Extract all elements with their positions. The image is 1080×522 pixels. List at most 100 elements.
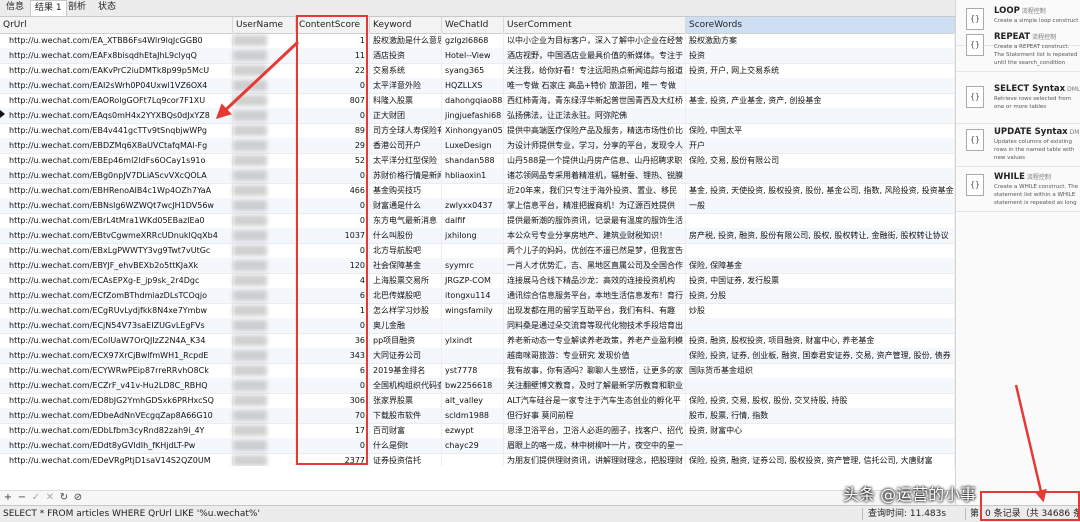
cell-qrurl[interactable]: http://u.wechat.com/EBNslg6WZWQt7wcJH1DV… <box>6 198 233 213</box>
cell-scorewords[interactable] <box>686 213 955 228</box>
cell-wechatid[interactable]: dahongqiao88 <box>442 93 504 108</box>
table-row[interactable]: http://u.wechat.com/ECX97XrCjBwlfmWH1_Rc… <box>0 348 955 364</box>
cell-scorewords[interactable]: 保险, 投资, 融资, 证券公司, 股权投资, 资产管理, 信托公司, 大唐财富 <box>686 453 955 466</box>
cell-usercomment[interactable]: 但行好事 莫问前程 <box>504 408 686 423</box>
cell-scorewords[interactable]: 投资 <box>686 48 955 63</box>
cell-usercomment[interactable]: 西红柿青海，青东绿浮华新起普世国青西及大红桥 <box>504 93 686 108</box>
cell-wechatid[interactable]: LuxeDesign <box>442 138 504 153</box>
cell-wechatid[interactable]: Hotel--View <box>442 48 504 63</box>
table-row[interactable]: http://u.wechat.com/EAFx8bisqdhEtaJhL9cl… <box>0 48 955 64</box>
table-row[interactable]: http://u.wechat.com/EBYJF_ehvBEXb2o5ttKJ… <box>0 258 955 274</box>
cell-keyword[interactable]: 怎么样学习炒股 <box>370 303 442 318</box>
cell-scorewords[interactable]: 基金, 投资, 产业基金, 资产, 创投基金 <box>686 93 955 108</box>
cell-wechatid[interactable]: jxhilong <box>442 228 504 243</box>
cell-qrurl[interactable]: http://u.wechat.com/ECX97XrCjBwlfmWH1_Rc… <box>6 348 233 363</box>
cell-keyword[interactable]: 股权激励是什么意思 <box>370 33 442 48</box>
cell-keyword[interactable]: 社会保障基金 <box>370 258 442 273</box>
table-row[interactable]: http://u.wechat.com/EDdt8yGVIdIh_fKHjdLT… <box>0 438 955 454</box>
column-header-qrurl[interactable]: QrUrl <box>0 17 233 33</box>
cell-scorewords[interactable]: 投资, 财富中心 <box>686 423 955 438</box>
cell-wechatid[interactable]: hbliaoxin1 <box>442 168 504 183</box>
snippet-item[interactable]: {} SELECT Syntax DML Retrieve rows selected… <box>956 78 1080 124</box>
snippet-item[interactable]: {} WHILE 流程控制 Create a WHILE construct. The… <box>956 166 1080 212</box>
cell-usercomment[interactable]: 为设计师提供专业，学习，分享的平台，发现令人 <box>504 138 686 153</box>
cell-wechatid[interactable] <box>442 453 504 466</box>
table-row[interactable]: http://u.wechat.com/ECAsEPXg-E_jp9sk_2r4… <box>0 273 955 289</box>
tab-result-1[interactable]: 结果 1 <box>30 0 67 16</box>
cell-contentscore[interactable]: 29 <box>296 138 370 153</box>
cell-qrurl[interactable]: http://u.wechat.com/EBxLgPWWTY3vg9Twt7vU… <box>6 243 233 258</box>
cell-usercomment[interactable]: 连接展马合线下精品沙龙：高效的连接投资机构 <box>504 273 686 288</box>
cell-wechatid[interactable]: alt_valley <box>442 393 504 408</box>
cell-contentscore[interactable]: 70 <box>296 408 370 423</box>
cell-contentscore[interactable]: 6 <box>296 288 370 303</box>
cell-keyword[interactable]: 证券投资信托 <box>370 453 442 466</box>
cell-keyword[interactable]: 什么是倒t <box>370 438 442 453</box>
cell-wechatid[interactable]: syang365 <box>442 63 504 78</box>
cell-qrurl[interactable]: http://u.wechat.com/ECZrF_v41v-Hu2LD8C_R… <box>6 378 233 393</box>
cell-scorewords[interactable] <box>686 438 955 453</box>
cell-qrurl[interactable]: http://u.wechat.com/EAORolgGOFt7Lq9cor7F… <box>6 93 233 108</box>
cell-usercomment[interactable]: 为朋友们提供理财资讯，讲解理财理念，把股理财 <box>504 453 686 466</box>
cell-wechatid[interactable]: JRGZP-COM <box>442 273 504 288</box>
cell-scorewords[interactable]: 保险, 保障基金 <box>686 258 955 273</box>
cell-qrurl[interactable]: http://u.wechat.com/EDbeAdNnVEcgqZap8A66… <box>6 408 233 423</box>
cell-scorewords[interactable] <box>686 378 955 393</box>
cell-wechatid[interactable] <box>442 183 504 198</box>
cell-qrurl[interactable]: http://u.wechat.com/EDeVRgPtjD1saV14S2QZ… <box>6 453 233 466</box>
cell-usercomment[interactable]: 眉眼上的咯一成，林中树柳叶一片，夜空中的星一 <box>504 438 686 453</box>
cell-qrurl[interactable]: http://u.wechat.com/EAFx8bisqdhEtaJhL9cl… <box>6 48 233 63</box>
cell-wechatid[interactable]: HQZLLXS <box>442 78 504 93</box>
cell-contentscore[interactable]: 0 <box>296 198 370 213</box>
cell-usercomment[interactable]: 越南咪哥旅游：专业研究 发现价值 <box>504 348 686 363</box>
cell-contentscore[interactable]: 466 <box>296 183 370 198</box>
cell-wechatid[interactable]: bw2256618 <box>442 378 504 393</box>
cell-wechatid[interactable]: ylxindt <box>442 333 504 348</box>
cell-keyword[interactable]: 北方导航股吧 <box>370 243 442 258</box>
tab-status[interactable]: 状态 <box>94 0 120 15</box>
cell-keyword[interactable]: 百司财富 <box>370 423 442 438</box>
cell-qrurl[interactable]: http://u.wechat.com/ECfZomBThdmiazDLsTCO… <box>6 288 233 303</box>
cell-scorewords[interactable] <box>686 78 955 93</box>
cell-scorewords[interactable]: 保险, 投资, 交易, 股权, 股份, 交叉持股, 持股 <box>686 393 955 408</box>
cell-qrurl[interactable]: http://u.wechat.com/EBg0npJV7DLiAScvVXcQ… <box>6 168 233 183</box>
cell-wechatid[interactable] <box>442 348 504 363</box>
table-row[interactable]: http://u.wechat.com/EA_XTBB6Fs4Wlr9lqJcG… <box>0 33 955 49</box>
cell-contentscore[interactable]: 89 <box>296 123 370 138</box>
cell-wechatid[interactable]: gzlgzl6868 <box>442 33 504 48</box>
cell-contentscore[interactable]: 11 <box>296 48 370 63</box>
table-row[interactable]: http://u.wechat.com/ECgRUvLydjfkk8N4xe7Y… <box>0 303 955 319</box>
cell-usercomment[interactable]: 以中小企业为目标客户，深入了解中小企业在经营 <box>504 33 686 48</box>
cell-scorewords[interactable]: 股权激励方案 <box>686 33 955 48</box>
cell-keyword[interactable]: 东方电气最新消息 <box>370 213 442 228</box>
cell-scorewords[interactable]: 房产税, 投资, 融资, 股份有限公司, 股权, 股权转让, 金融街, 股权转让… <box>686 228 955 243</box>
cell-scorewords[interactable]: 基金, 投资, 天使投资, 股权投资, 股份, 基金公司, 指数, 风险投资, … <box>686 183 955 198</box>
cell-usercomment[interactable]: 我有故事，你有酒吗？聊聊人生感悟，让更多的家 <box>504 363 686 378</box>
column-header-username[interactable]: UserName <box>233 17 296 33</box>
table-row[interactable]: http://u.wechat.com/ED8bJG2YmhGDSxk6PRHx… <box>0 393 955 409</box>
table-row[interactable]: http://u.wechat.com/EBtvCgwmeXRRcUDnuklQ… <box>0 228 955 244</box>
table-row[interactable]: http://u.wechat.com/ECZrF_v41v-Hu2LD8C_R… <box>0 378 955 394</box>
table-row[interactable]: http://u.wechat.com/EBg0npJV7DLiAScvVXcQ… <box>0 168 955 184</box>
cell-contentscore[interactable]: 0 <box>296 243 370 258</box>
cell-qrurl[interactable]: http://u.wechat.com/EB4v441gcTTv9tSnqbjw… <box>6 123 233 138</box>
table-row[interactable]: http://u.wechat.com/ECYWRwPEip87rreRRvhO… <box>0 363 955 379</box>
cell-scorewords[interactable] <box>686 243 955 258</box>
cell-scorewords[interactable]: 股市, 股票, 行情, 指数 <box>686 408 955 423</box>
cell-scorewords[interactable]: 国际货币基金组织 <box>686 363 955 378</box>
cell-keyword[interactable]: pp项目融资 <box>370 333 442 348</box>
cell-scorewords[interactable] <box>686 108 955 123</box>
cell-wechatid[interactable]: syymrc <box>442 258 504 273</box>
cell-usercomment[interactable]: 掌上信息平台，精准把握商机！为辽源百姓提供 <box>504 198 686 213</box>
cell-usercomment[interactable]: 同料桑是通过朵交流育等现代化物技术手段培育出 <box>504 318 686 333</box>
cell-qrurl[interactable]: http://u.wechat.com/EBtvCgwmeXRRcUDnuklQ… <box>6 228 233 243</box>
table-row[interactable]: http://u.wechat.com/EAqs0mH4x2YYXBQs0dJx… <box>0 108 955 124</box>
table-row[interactable]: http://u.wechat.com/EBDZMq6X8aUVCtafqMAl… <box>0 138 955 154</box>
table-row[interactable]: http://u.wechat.com/EDbeAdNnVEcgqZap8A66… <box>0 408 955 424</box>
cell-qrurl[interactable]: http://u.wechat.com/EBEp46ml2ldFs6OCay1s… <box>6 153 233 168</box>
cell-qrurl[interactable]: http://u.wechat.com/EBYJF_ehvBEXb2o5ttKJ… <box>6 258 233 273</box>
table-row[interactable]: http://u.wechat.com/EDeVRgPtjD1saV14S2QZ… <box>0 453 955 466</box>
cell-usercomment[interactable]: 关注我，给你好看！专注远阳热点新闻追踪与报道 <box>504 63 686 78</box>
cell-usercomment[interactable]: 养老新动态一专业解读养老政策，养老产业盈利模 <box>504 333 686 348</box>
cell-qrurl[interactable]: http://u.wechat.com/ECgRUvLydjfkk8N4xe7Y… <box>6 303 233 318</box>
